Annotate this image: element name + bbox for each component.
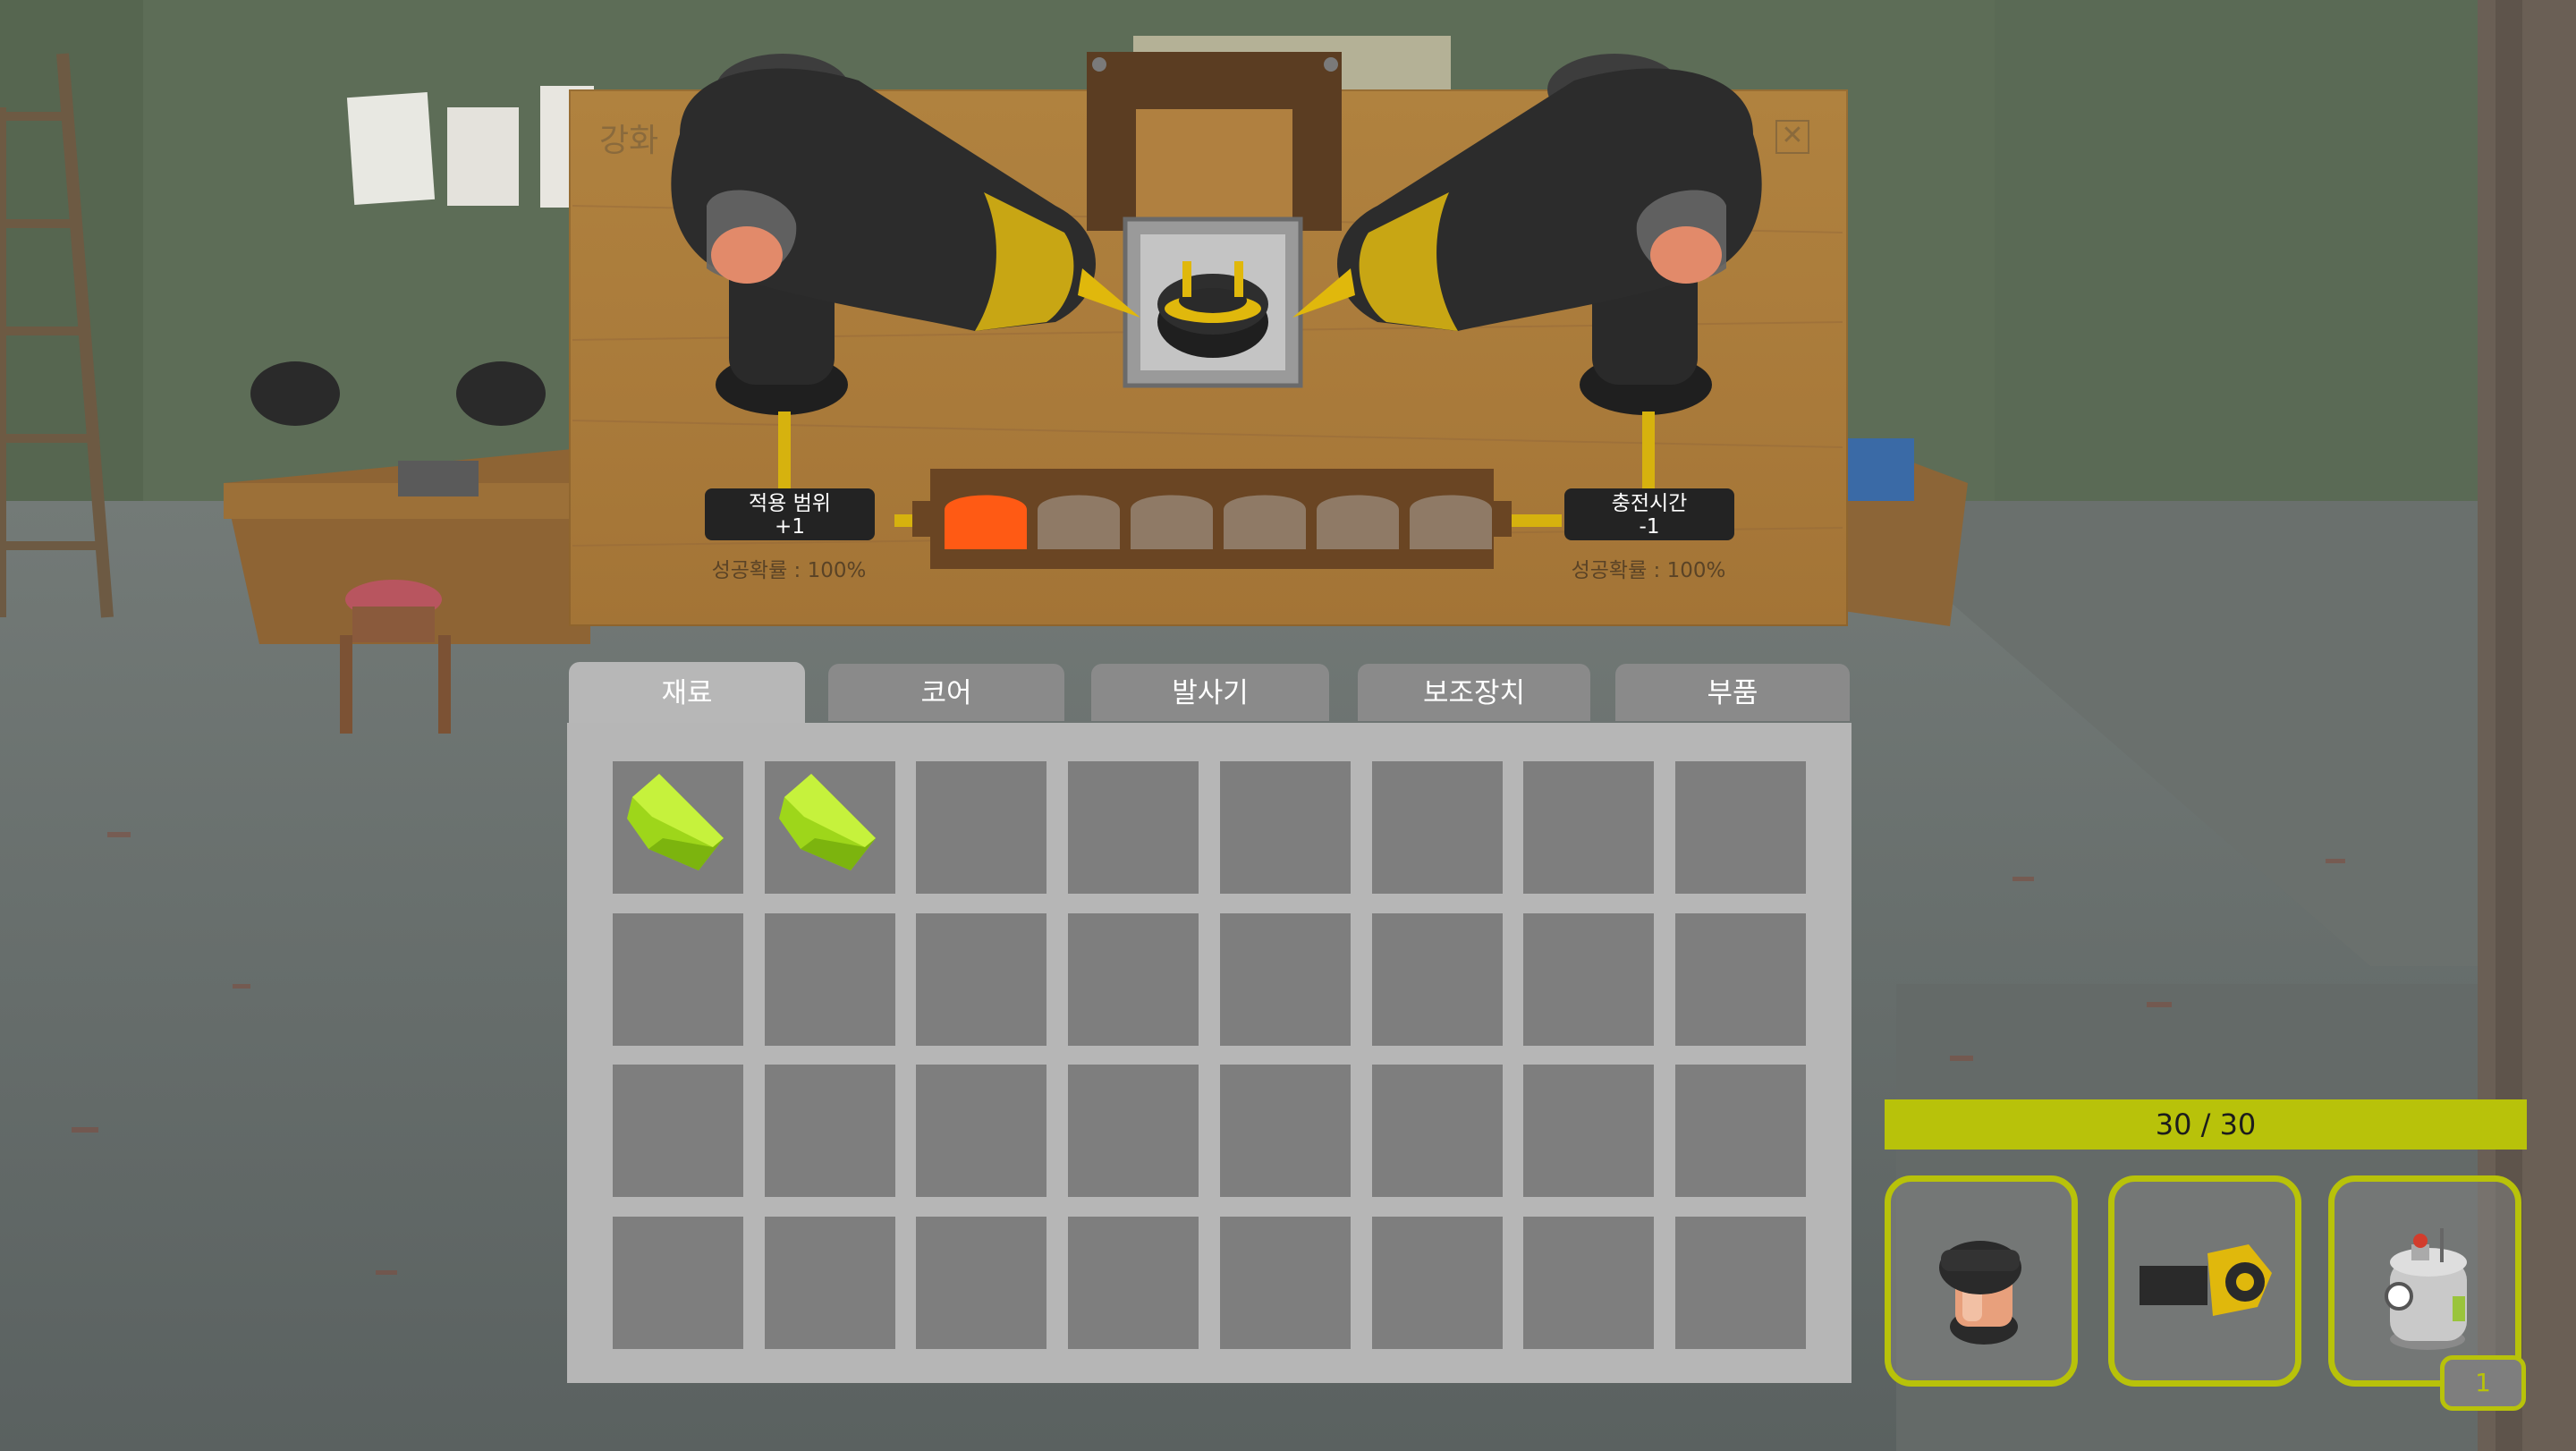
inventory-slot[interactable]	[916, 1065, 1047, 1197]
inventory-slot[interactable]	[613, 761, 743, 894]
tab-materials[interactable]: 재료	[569, 662, 805, 725]
left-stat-value: +1	[775, 515, 805, 539]
core-icon	[1939, 1241, 2021, 1345]
right-stat-name: 충전시간	[1611, 492, 1688, 515]
inventory-slot[interactable]	[1523, 1216, 1655, 1349]
inventory-slot[interactable]	[764, 1065, 895, 1197]
inventory-grid	[567, 723, 1852, 1383]
left-stat-probability: 성공확률 : 100%	[711, 559, 867, 582]
inventory-slot[interactable]	[1371, 912, 1503, 1046]
inventory-slot[interactable]	[1219, 912, 1351, 1046]
right-stat-probability: 성공확률 : 100%	[1571, 559, 1726, 582]
close-icon: ✕	[1781, 120, 1804, 151]
inventory-slot[interactable]	[764, 1216, 895, 1349]
auxiliary-device-icon	[2385, 1228, 2467, 1350]
right-stat-label: 충전시간 -1	[1564, 488, 1734, 540]
inventory-slot[interactable]	[1674, 912, 1806, 1046]
inventory-slot[interactable]	[613, 1216, 743, 1349]
inventory-slot[interactable]	[1523, 912, 1655, 1046]
inventory-slot[interactable]	[916, 761, 1047, 894]
inventory-slot[interactable]	[1219, 1216, 1351, 1349]
inventory-slot[interactable]	[613, 912, 743, 1046]
inventory-slot[interactable]	[1371, 1065, 1503, 1197]
right-stat-value: -1	[1639, 515, 1660, 539]
inventory-slot[interactable]	[1674, 1216, 1806, 1349]
inventory-slot[interactable]	[1674, 1065, 1806, 1197]
inventory-slot[interactable]	[1523, 1065, 1655, 1197]
tab-auxiliary-device[interactable]: 보조장치	[1358, 664, 1590, 721]
green-crystal-icon	[778, 774, 876, 870]
inventory-slot[interactable]	[1371, 761, 1503, 894]
upgrade-panel	[569, 89, 1848, 626]
green-crystal-icon	[627, 774, 724, 870]
inventory-slot[interactable]	[764, 761, 895, 894]
inventory-slot[interactable]	[1068, 1065, 1199, 1197]
panel-title: 강화	[599, 123, 659, 159]
launcher-icon	[2140, 1244, 2272, 1316]
inventory-slot[interactable]	[1371, 1216, 1503, 1349]
item-count-badge: 1	[2440, 1355, 2526, 1411]
tab-launcher[interactable]: 발사기	[1091, 664, 1329, 721]
inventory-slot[interactable]	[1068, 761, 1199, 894]
inventory-slot[interactable]	[1219, 1065, 1351, 1197]
inventory-slot[interactable]	[1674, 761, 1806, 894]
inventory-slot[interactable]	[764, 912, 895, 1046]
inventory-slot[interactable]	[1068, 1216, 1199, 1349]
inventory-slot[interactable]	[1219, 761, 1351, 894]
inventory-slot[interactable]	[916, 912, 1047, 1046]
quick-slot-core[interactable]	[1885, 1175, 2078, 1387]
tab-core[interactable]: 코어	[828, 664, 1064, 721]
left-stat-name: 적용 범위	[749, 492, 831, 515]
left-stat-label: 적용 범위 +1	[705, 488, 875, 540]
close-button[interactable]: ✕	[1775, 120, 1809, 154]
inventory-slot[interactable]	[1068, 912, 1199, 1046]
inventory-slot[interactable]	[916, 1216, 1047, 1349]
inventory-slot[interactable]	[1523, 761, 1655, 894]
inventory-slot[interactable]	[613, 1065, 743, 1197]
quick-slot-launcher[interactable]	[2108, 1175, 2301, 1387]
health-bar: 30 / 30	[1885, 1099, 2527, 1150]
tab-parts[interactable]: 부품	[1615, 664, 1850, 721]
